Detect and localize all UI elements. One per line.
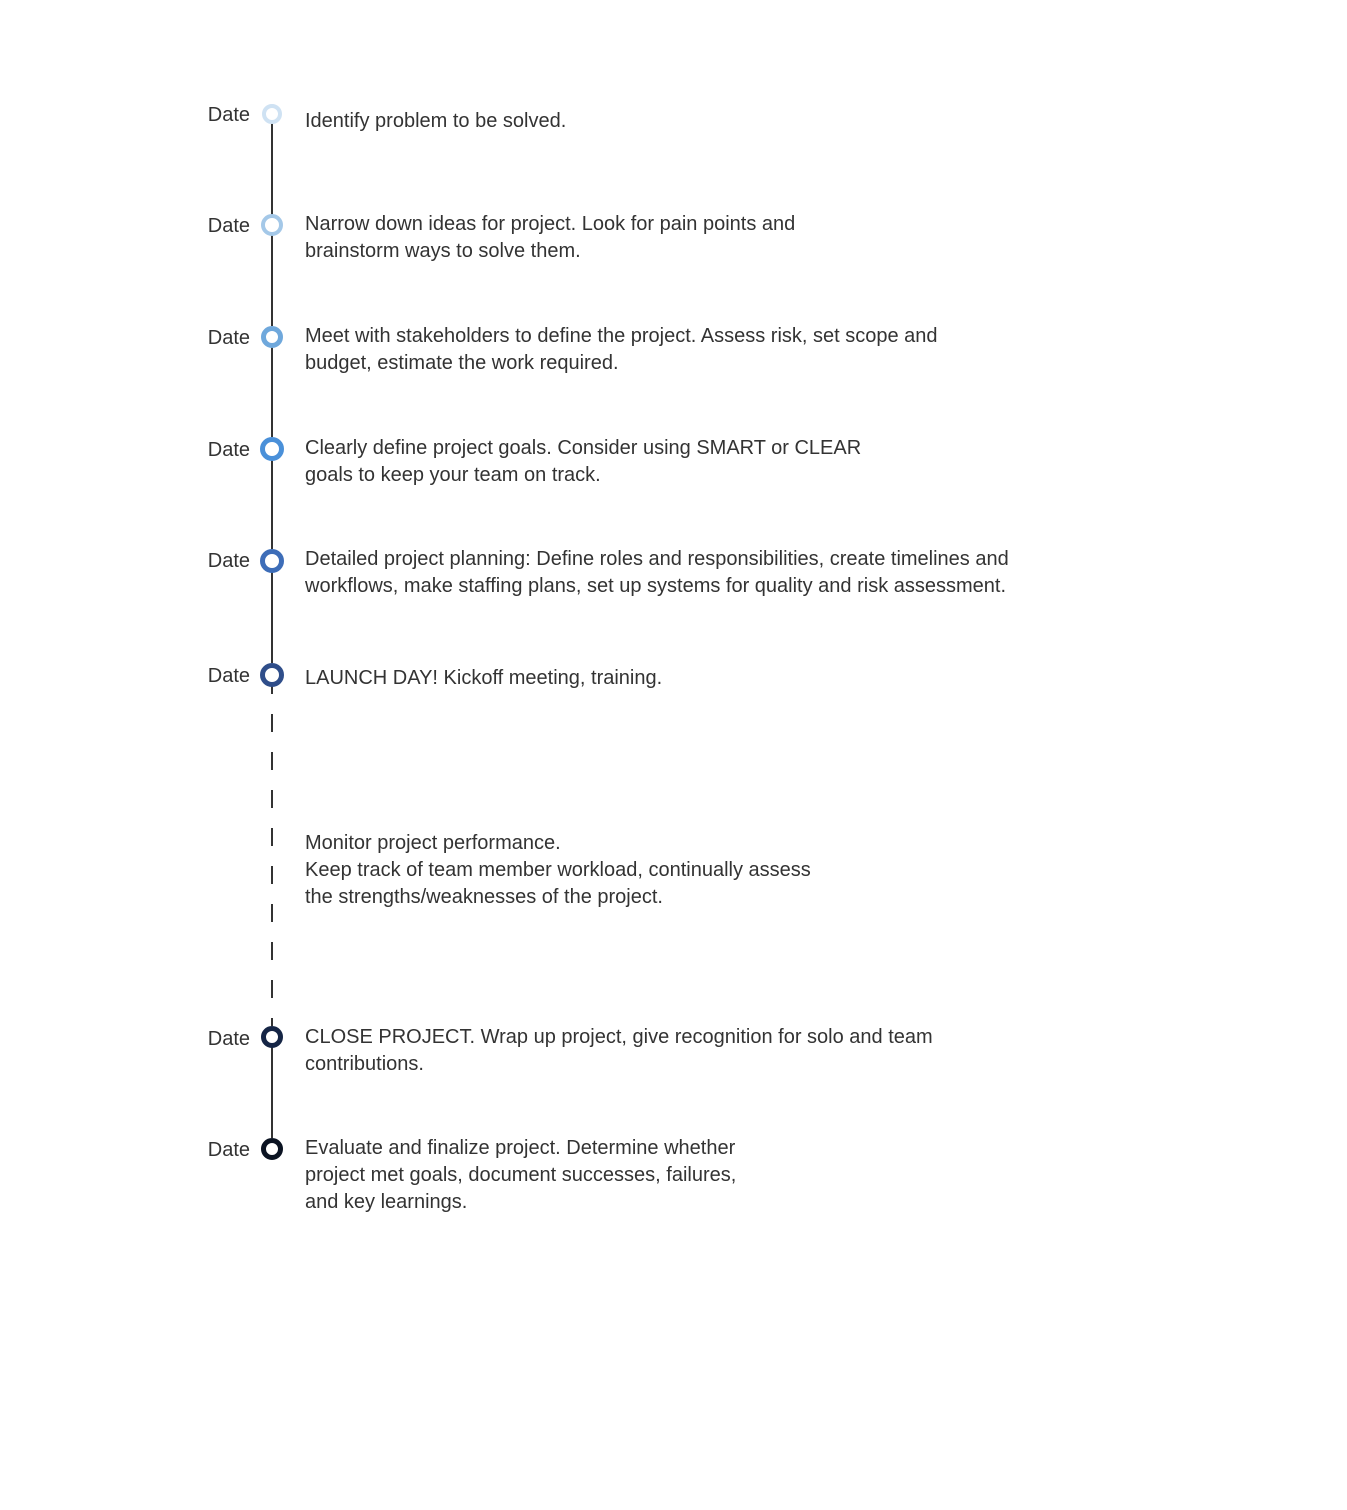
timeline-desc: LAUNCH DAY! Kickoff meeting, training. xyxy=(305,665,1005,692)
timeline-node xyxy=(261,1026,283,1048)
timeline-node xyxy=(261,214,283,236)
timeline-date: Date xyxy=(190,439,250,462)
timeline-connector-dashed xyxy=(271,714,273,732)
timeline-date: Date xyxy=(190,1139,250,1162)
timeline-desc: Detailed project planning: Define roles … xyxy=(305,546,1065,600)
timeline-node xyxy=(260,549,284,573)
timeline-desc: Monitor project performance. Keep track … xyxy=(305,830,835,911)
timeline-diagram: Date Identify problem to be solved. Date… xyxy=(0,0,1347,1510)
timeline-connector-dashed xyxy=(271,866,273,884)
timeline-connector-dashed xyxy=(271,828,273,846)
timeline-date: Date xyxy=(190,1028,250,1051)
timeline-node xyxy=(262,104,282,124)
timeline-node xyxy=(260,663,284,687)
timeline-node xyxy=(261,1138,283,1160)
timeline-connector-dashed xyxy=(271,752,273,770)
timeline-desc: Meet with stakeholders to define the pro… xyxy=(305,323,945,377)
timeline-connector-dashed xyxy=(271,1018,273,1026)
timeline-desc: Narrow down ideas for project. Look for … xyxy=(305,211,825,265)
timeline-desc: CLOSE PROJECT. Wrap up project, give rec… xyxy=(305,1024,945,1078)
timeline-connector xyxy=(271,571,273,663)
timeline-node xyxy=(260,437,284,461)
timeline-connector xyxy=(271,458,273,549)
timeline-connector-dashed xyxy=(271,980,273,998)
timeline-connector-dashed xyxy=(271,942,273,960)
timeline-node xyxy=(261,326,283,348)
timeline-date: Date xyxy=(190,665,250,688)
timeline-desc: Identify problem to be solved. xyxy=(305,108,1005,135)
timeline-connector-dashed xyxy=(271,904,273,922)
timeline-desc: Clearly define project goals. Consider u… xyxy=(305,435,905,489)
timeline-date: Date xyxy=(190,327,250,350)
timeline-connector xyxy=(271,123,273,215)
timeline-connector xyxy=(271,1047,273,1138)
timeline-connector xyxy=(271,233,273,326)
timeline-connector-dashed xyxy=(271,790,273,808)
timeline-connector xyxy=(271,346,273,437)
timeline-connector-dashed xyxy=(271,686,273,694)
timeline-date: Date xyxy=(190,550,250,573)
timeline-date: Date xyxy=(190,104,250,127)
timeline-date: Date xyxy=(190,215,250,238)
timeline-desc: Evaluate and finalize project. Determine… xyxy=(305,1135,765,1216)
